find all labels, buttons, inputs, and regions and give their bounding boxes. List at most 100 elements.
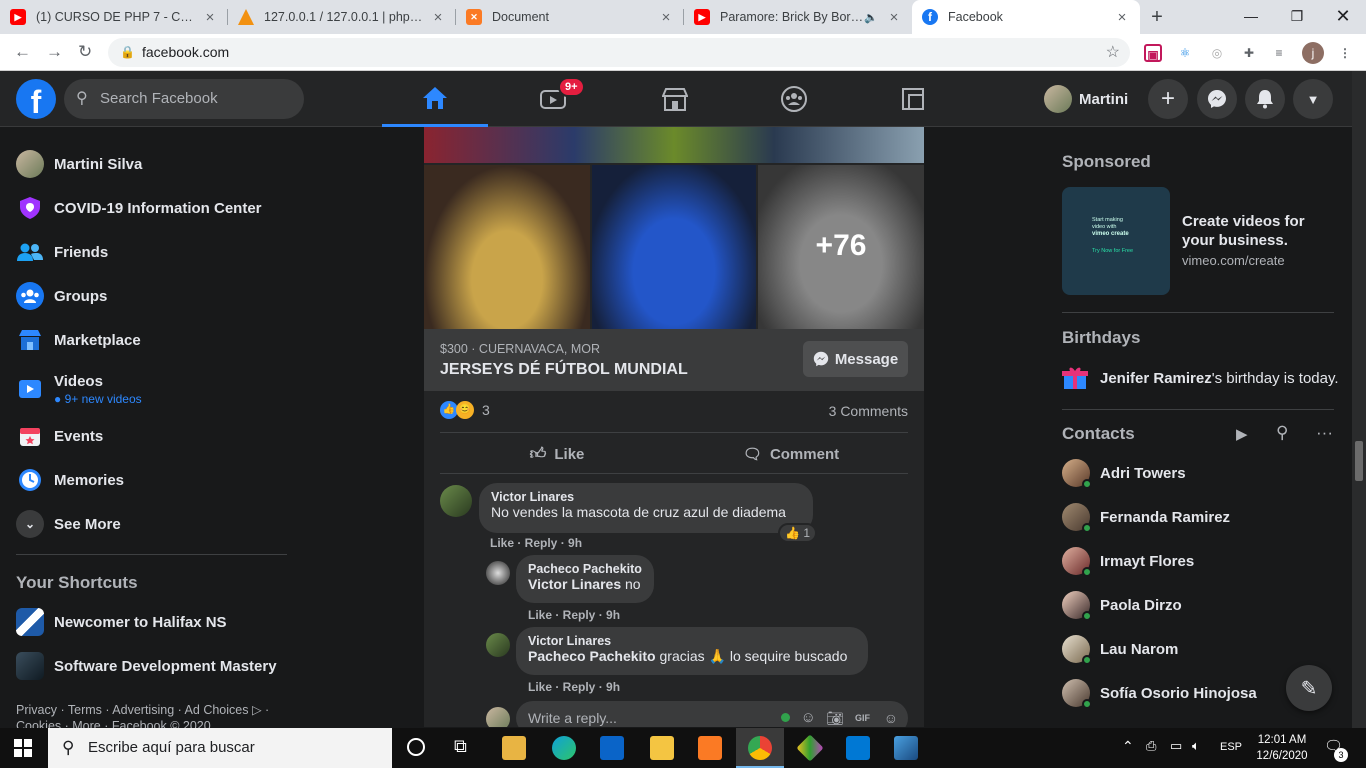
comment-button[interactable]: 🗨︎ Comment xyxy=(674,437,908,471)
account-menu-button[interactable]: ▼ xyxy=(1293,79,1333,119)
forward-button[interactable]: → xyxy=(46,42,63,62)
comment-actions[interactable]: Like · Reply · 9h xyxy=(528,608,620,622)
close-tab-icon[interactable]: × xyxy=(202,9,218,26)
chrome-taskbar-button[interactable] xyxy=(736,728,784,768)
sidebar-item-marketplace[interactable]: Marketplace xyxy=(16,324,141,356)
browser-tab[interactable]: ▶ (1) CURSO DE PHP 7 - COMPLETO × xyxy=(0,0,228,34)
new-message-button[interactable]: ✎ xyxy=(1286,665,1332,711)
sidebar-item-covid[interactable]: COVID-19 Information Center xyxy=(16,192,262,224)
comment-author[interactable]: Victor Linares xyxy=(528,634,856,648)
post-photo[interactable] xyxy=(424,127,924,163)
contact-item[interactable]: Irmayt Flores xyxy=(1062,543,1194,579)
nav-gaming[interactable] xyxy=(860,71,966,127)
camera-icon[interactable]: 📷︎ xyxy=(826,701,844,727)
emoji-icon[interactable]: ☺ xyxy=(801,701,816,727)
extension-icon[interactable]: ▣ xyxy=(1144,44,1162,62)
gif-icon[interactable]: GIF xyxy=(855,701,870,727)
avatar[interactable] xyxy=(440,485,472,517)
browser-tab-active[interactable]: f Facebook × xyxy=(912,0,1140,34)
volume-icon[interactable]: 🔈︎ xyxy=(1192,738,1200,754)
contact-item[interactable]: Fernanda Ramirez xyxy=(1062,499,1230,535)
chrome-menu-icon[interactable]: ⋮ xyxy=(1336,44,1354,62)
app-icon[interactable] xyxy=(796,734,824,762)
page-scrollbar[interactable] xyxy=(1352,71,1366,728)
browser-tab[interactable]: ✕ Document × xyxy=(456,0,684,34)
file-explorer-icon[interactable] xyxy=(650,736,674,760)
windows-start-icon[interactable] xyxy=(14,739,32,757)
edge-icon[interactable] xyxy=(552,736,576,760)
avatar[interactable] xyxy=(486,633,510,657)
sidebar-item-events[interactable]: Events xyxy=(16,420,103,452)
media-control-icon[interactable]: ≡ xyxy=(1270,44,1288,62)
language-indicator[interactable]: ESP xyxy=(1220,741,1242,753)
ad-image[interactable]: Start making video with vimeo create Try… xyxy=(1062,187,1170,295)
new-room-icon[interactable]: ▶︎ xyxy=(1236,425,1248,443)
bookmark-star-icon[interactable]: ☆ xyxy=(1106,38,1120,67)
search-input[interactable]: ⚲ Search Facebook xyxy=(64,79,304,119)
sidebar-item-profile[interactable]: Martini Silva xyxy=(16,148,142,180)
comment-actions[interactable]: Like · Reply · 9h xyxy=(490,536,582,550)
close-window-button[interactable]: ✕ xyxy=(1320,0,1366,34)
speaker-icon[interactable]: 🔈 xyxy=(864,11,878,24)
post-photo[interactable] xyxy=(424,165,590,329)
like-button[interactable]: 👍︎ Like xyxy=(440,437,674,471)
shortcut-item[interactable]: Software Development Mastery xyxy=(16,650,277,682)
task-view-icon[interactable]: ⧉ xyxy=(454,736,467,757)
nav-watch[interactable]: 9+ xyxy=(500,71,606,127)
new-tab-button[interactable]: + xyxy=(1140,0,1174,34)
comments-count[interactable]: 3 Comments xyxy=(829,403,908,419)
reply-input[interactable]: Write a reply... ☺ 📷︎ GIF ☺ xyxy=(516,701,908,727)
sidebar-item-memories[interactable]: Memories xyxy=(16,464,124,496)
clock[interactable]: 12:01 AM 12/6/2020 xyxy=(1254,732,1310,764)
reload-button[interactable]: ↻ xyxy=(78,42,92,62)
sidebar-item-videos[interactable]: Videos ● 9+ new videos xyxy=(16,368,142,410)
address-bar[interactable]: 🔒 facebook.com ☆ xyxy=(108,38,1130,67)
photos-icon[interactable] xyxy=(894,736,918,760)
comment-author[interactable]: Victor Linares xyxy=(491,490,801,504)
close-tab-icon[interactable]: × xyxy=(658,9,674,26)
comment-mention[interactable]: Victor Linares xyxy=(528,576,621,592)
browser-tab[interactable]: ▶ Paramore: Brick By Boring 🔈 × xyxy=(684,0,912,34)
extensions-puzzle-icon[interactable]: ✚ xyxy=(1240,44,1258,62)
scrollbar-thumb[interactable] xyxy=(1355,441,1363,481)
post-photo[interactable] xyxy=(592,165,756,329)
profile-shortcut[interactable]: Martini xyxy=(1044,83,1128,115)
close-tab-icon[interactable]: × xyxy=(886,9,902,26)
sticker-icon[interactable]: ☺ xyxy=(884,701,898,727)
search-icon[interactable]: ⚲ xyxy=(1276,423,1288,443)
contact-item[interactable]: Sofía Osorio Hinojosa xyxy=(1062,675,1257,711)
sidebar-item-groups[interactable]: Groups xyxy=(16,280,107,312)
taskbar-search-input[interactable]: ⚲ Escribe aquí para buscar xyxy=(48,728,392,768)
shortcut-item[interactable]: Newcomer to Halifax NS xyxy=(16,606,227,638)
extension-icon[interactable]: ◎ xyxy=(1208,44,1226,62)
minimize-button[interactable]: — xyxy=(1228,0,1274,34)
close-tab-icon[interactable]: × xyxy=(430,9,446,26)
ad-title[interactable]: Create videos for your business. xyxy=(1182,212,1332,250)
contact-item[interactable]: Paola Dirzo xyxy=(1062,587,1182,623)
contact-item[interactable]: Lau Narom xyxy=(1062,631,1178,667)
restore-button[interactable]: ❐ xyxy=(1274,0,1320,34)
sidebar-item-friends[interactable]: Friends xyxy=(16,236,108,268)
browser-tab[interactable]: 127.0.0.1 / 127.0.0.1 | phpMyAdmin × xyxy=(228,0,456,34)
nav-marketplace[interactable] xyxy=(622,71,728,127)
cortana-icon[interactable] xyxy=(407,738,425,756)
create-button[interactable]: + xyxy=(1148,79,1188,119)
more-options-icon[interactable]: ··· xyxy=(1316,423,1333,443)
nav-home[interactable] xyxy=(382,71,488,127)
battery-icon[interactable]: ▭ xyxy=(1170,738,1182,754)
comment-author[interactable]: Pacheco Pachekito xyxy=(528,562,642,576)
contact-item[interactable]: Adri Towers xyxy=(1062,455,1186,491)
sidebar-item-see-more[interactable]: ⌄ See More xyxy=(16,508,121,540)
avatar[interactable] xyxy=(486,561,510,585)
comment-mention[interactable]: Pacheco Pachekito xyxy=(528,648,656,664)
react-devtools-icon[interactable]: ⚛ xyxy=(1176,44,1194,62)
xampp-icon[interactable] xyxy=(698,736,722,760)
close-tab-icon[interactable]: × xyxy=(1114,9,1130,26)
mail-icon[interactable] xyxy=(600,736,624,760)
reaction-summary[interactable]: 👍 😊 3 xyxy=(440,401,490,419)
nav-groups[interactable] xyxy=(741,71,847,127)
ad-url[interactable]: vimeo.com/create xyxy=(1182,253,1285,268)
comment-actions[interactable]: Like · Reply · 9h xyxy=(528,680,620,694)
messenger-button[interactable] xyxy=(1197,79,1237,119)
store-icon[interactable] xyxy=(502,736,526,760)
